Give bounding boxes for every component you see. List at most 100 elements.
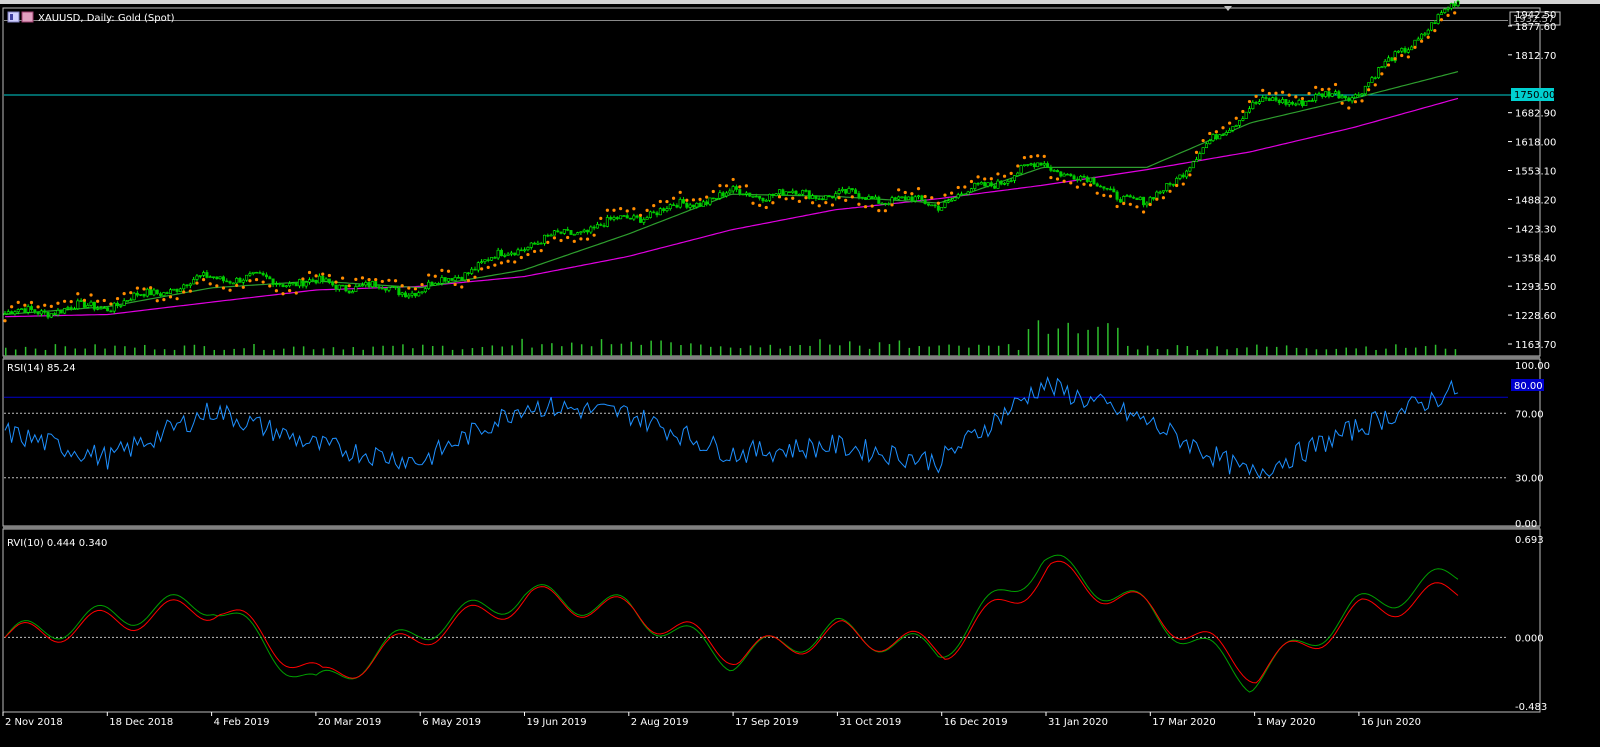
candle-body — [218, 276, 222, 280]
sar-dot — [711, 189, 715, 194]
time-tick-label: 2 Aug 2019 — [631, 717, 689, 728]
sar-dot — [883, 209, 888, 213]
candle-body — [1105, 187, 1109, 190]
candle-body — [830, 196, 834, 199]
time-tick-label: 31 Jan 2020 — [1048, 717, 1108, 728]
sar-dot — [1386, 63, 1391, 67]
candle-body — [758, 195, 762, 199]
candle-body — [387, 287, 391, 291]
candle-body — [817, 198, 821, 200]
candle-body — [595, 224, 599, 229]
candle-body — [546, 234, 550, 237]
candle-body — [1168, 183, 1172, 185]
sar-dot — [532, 249, 537, 254]
sar-dot — [1274, 91, 1278, 95]
sar-dot — [559, 238, 563, 243]
candle-body — [228, 281, 232, 284]
sar-dot — [122, 292, 126, 296]
sar-dot — [1042, 154, 1046, 158]
sar-dot — [1082, 182, 1086, 186]
candle-body — [1052, 170, 1056, 172]
candle-body — [867, 196, 871, 200]
volume-bar — [342, 349, 345, 356]
sar-dot — [129, 291, 133, 295]
candle-body — [1165, 183, 1169, 191]
time-tick-label: 2 Nov 2018 — [5, 717, 63, 728]
volume-bar — [1236, 348, 1238, 356]
volume-bar — [1424, 346, 1427, 356]
sar-dot — [625, 209, 629, 213]
candle-body — [1062, 173, 1066, 177]
candle-body — [523, 249, 527, 252]
volume-bar — [441, 345, 444, 356]
candle-body — [1254, 101, 1258, 104]
candle-body — [1317, 93, 1321, 96]
candle-body — [377, 286, 381, 289]
rvi-panel[interactable] — [4, 554, 1508, 693]
price-tick-label: 1877.60 — [1515, 22, 1556, 33]
candle-body — [92, 301, 96, 310]
candle-body — [308, 279, 312, 283]
sar-dot — [43, 303, 47, 307]
moving-average-slow-line — [4, 97, 1459, 318]
sar-dot — [705, 195, 709, 199]
candle-body — [579, 231, 583, 234]
candle-body — [122, 300, 126, 306]
candle-body — [920, 195, 924, 201]
candle-body — [966, 191, 970, 195]
time-tick-label: 17 Sep 2019 — [735, 717, 798, 728]
volume-bar — [44, 349, 47, 356]
sar-dot — [1009, 171, 1013, 175]
volume-bar — [1395, 344, 1397, 356]
candle-body — [394, 286, 398, 289]
volume-bar — [1176, 345, 1179, 356]
panel-separator-2[interactable] — [3, 526, 1540, 529]
sar-dot — [135, 286, 139, 290]
sar-dot — [592, 233, 596, 237]
candle-body — [609, 217, 613, 220]
candle-body — [473, 268, 477, 271]
candle-body — [221, 276, 225, 282]
sar-dot — [433, 274, 437, 278]
candle-body — [725, 192, 729, 197]
rsi-label: RSI(14) 85.24 — [7, 363, 76, 374]
candle-body — [255, 271, 259, 274]
volume-bar — [680, 345, 682, 356]
candle-body — [612, 217, 616, 220]
candle-body — [1022, 164, 1026, 167]
candle-body — [837, 190, 841, 194]
sar-dot — [49, 304, 53, 308]
candle-body — [996, 180, 1000, 189]
candle-body — [63, 308, 67, 314]
candle-body — [56, 310, 60, 316]
candle-body — [824, 195, 828, 201]
price-panel[interactable] — [3, 0, 1540, 356]
candle-body — [46, 312, 50, 318]
candle-body — [1145, 202, 1149, 206]
volume-bar — [1295, 347, 1298, 356]
sar-dot — [916, 187, 921, 191]
volume-bar — [1246, 347, 1248, 356]
candle-body — [1056, 170, 1060, 173]
chart-window[interactable]: XAUUSD, Daily: Gold (Spot) 1932.57 1750.… — [0, 0, 1600, 747]
sar-dot — [254, 277, 259, 282]
panel-separator-1[interactable] — [3, 356, 1540, 359]
candle-body — [1108, 188, 1112, 191]
volume-bar — [1017, 349, 1020, 356]
candle-body — [787, 191, 791, 193]
candle-body — [1115, 191, 1119, 200]
candle-body — [1102, 186, 1106, 189]
volume-bar — [799, 344, 801, 356]
candle-body — [1032, 163, 1036, 168]
volume-bar — [24, 346, 27, 356]
candle-body — [1274, 97, 1278, 101]
sar-dot — [943, 193, 947, 197]
candle-body — [1360, 93, 1364, 96]
candle-body — [589, 226, 593, 233]
candle-body — [1383, 60, 1387, 68]
rsi-panel[interactable] — [4, 375, 1508, 480]
candle-body — [821, 198, 825, 201]
sar-dot — [182, 290, 186, 294]
candle-body — [433, 283, 437, 286]
volume-bar — [531, 347, 533, 356]
